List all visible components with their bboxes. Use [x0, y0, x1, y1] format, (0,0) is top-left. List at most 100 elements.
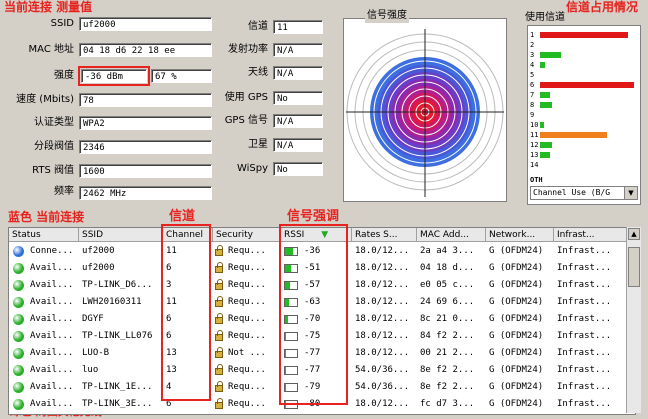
column-header[interactable]: Network... — [486, 228, 554, 242]
channel-row-label: 4 — [530, 61, 535, 69]
table-cell-rates: 18.0/12... — [355, 314, 410, 324]
channel-row-label: 14 — [530, 161, 539, 169]
table-cell-status: Avail... — [30, 348, 74, 358]
scroll-thumb[interactable] — [628, 247, 640, 287]
table-cell-status: Avail... — [30, 382, 74, 392]
column-header[interactable]: Security — [213, 228, 281, 242]
table-cell-rates: 54.0/36... — [355, 365, 410, 375]
table-cell-rates: 18.0/12... — [355, 297, 410, 307]
table-cell-status: Avail... — [30, 280, 74, 290]
table-cell-network: G (OFDM24) — [489, 314, 544, 324]
table-cell-security: Requ... — [228, 280, 266, 290]
table-cell-network: G (OFDM24) — [489, 365, 544, 375]
table-cell-ssid: DGYF — [82, 314, 104, 324]
table-cell-mac: 00 21 2... — [420, 348, 475, 358]
table-cell-security: Requ... — [228, 331, 266, 341]
auth-label: 认证类型 — [34, 117, 74, 128]
table-cell-ssid: TP-LINK_1E... — [82, 382, 153, 392]
strength-label: 强度 — [54, 70, 74, 81]
channel-usage-bar — [540, 32, 628, 38]
freq-field: 2462 MHz — [79, 186, 212, 200]
gps-signal-label: GPS 信号 — [224, 115, 268, 126]
table-cell-network: G (OFDM24) — [489, 297, 544, 307]
channel-row-label: 5 — [530, 71, 535, 79]
table-cell-infra: Infrast... — [557, 280, 612, 290]
table-cell-mac: 04 18 d... — [420, 263, 475, 273]
annotation-current-connection: 当前连接 测量值 — [4, 0, 93, 14]
annotation-channel: 信道 — [169, 209, 196, 224]
table-cell-mac: fc d7 3... — [420, 399, 475, 409]
table-cell-security: Requ... — [228, 246, 266, 256]
table-cell-ssid: uf2000 — [82, 263, 115, 273]
auth-field: WPA2 — [79, 116, 212, 130]
table-cell-mac: 8c 21 0... — [420, 314, 475, 324]
column-header[interactable]: Infrast... — [554, 228, 634, 242]
table-cell-ssid: LWH20160311 — [82, 297, 142, 307]
table-cell-infra: Infrast... — [557, 314, 612, 324]
channel-usage-bar — [540, 102, 552, 108]
table-cell-network: G (OFDM24) — [489, 382, 544, 392]
frag-field: 2346 — [79, 140, 212, 154]
gps-signal-field: N/A — [273, 114, 323, 128]
antenna-field: N/A — [273, 66, 323, 80]
table-cell-network: G (OFDM24) — [489, 263, 544, 273]
strength-percent-field: 67 % — [151, 69, 212, 83]
strength-highlight — [78, 66, 150, 86]
lock-icon — [215, 245, 223, 256]
antenna-label: 天线 — [248, 67, 268, 78]
table-cell-security: Requ... — [228, 365, 266, 375]
wispy-field: No — [273, 162, 323, 176]
channel-view-select-value: Channel Use (B/G — [533, 188, 611, 197]
channel-usage-bar — [540, 122, 544, 128]
channel-row-label: 3 — [530, 51, 535, 59]
table-cell-status: Avail... — [30, 399, 74, 409]
frag-label: 分段阀值 — [34, 141, 74, 152]
table-cell-status: Avail... — [30, 314, 74, 324]
channel-usage-bar — [540, 52, 561, 58]
table-cell-status: Avail... — [30, 331, 74, 341]
annotation-blue-current: 蓝色 当前连接 — [8, 210, 85, 224]
column-header[interactable]: Status — [9, 228, 79, 242]
speed-field: 78 — [79, 93, 212, 107]
signal-radar — [343, 18, 507, 202]
table-cell-rates: 18.0/12... — [355, 246, 410, 256]
column-header[interactable]: MAC Add... — [417, 228, 486, 242]
status-dot-icon — [13, 365, 24, 376]
status-dot-icon — [13, 382, 24, 393]
column-header[interactable]: Rates S... — [352, 228, 417, 242]
channel-usage-bar — [540, 152, 550, 158]
channel-row-label: 10 — [530, 121, 539, 129]
scroll-up-icon[interactable]: ▲ — [628, 228, 640, 240]
satellite-field: N/A — [273, 138, 323, 152]
channel-row-label: 13 — [530, 151, 539, 159]
chevron-down-icon[interactable]: ▼ — [624, 187, 637, 199]
status-dot-icon — [13, 246, 24, 257]
table-cell-status: Avail... — [30, 263, 74, 273]
status-dot-icon — [13, 263, 24, 274]
column-header[interactable]: SSID — [79, 228, 163, 242]
table-cell-rates: 18.0/12... — [355, 399, 410, 409]
table-cell-network: G (OFDM24) — [489, 331, 544, 341]
channel-column-highlight — [161, 224, 211, 401]
table-cell-ssid: luo — [82, 365, 99, 375]
column-header-label: Status — [12, 230, 41, 240]
rssi-column-highlight — [279, 224, 348, 405]
table-cell-ssid: uf2000 — [82, 246, 115, 256]
table-cell-mac: 24 69 6... — [420, 297, 475, 307]
table-cell-network: G (OFDM24) — [489, 246, 544, 256]
status-dot-icon — [13, 399, 24, 410]
table-cell-ssid: TP-LINK_3E... — [82, 399, 153, 409]
table-cell-security: Not ... — [228, 348, 266, 358]
table-cell-infra: Infrast... — [557, 382, 612, 392]
table-cell-network: G (OFDM24) — [489, 280, 544, 290]
table-scrollbar[interactable]: ▲ — [626, 227, 641, 413]
column-header-label: Security — [216, 230, 253, 240]
oth-label: OTH — [530, 176, 543, 184]
table-cell-infra: Infrast... — [557, 365, 612, 375]
lock-icon — [215, 364, 223, 375]
channel-panel-title: 使用信道 — [525, 12, 565, 23]
annotation-signal-strength: 信号强调 — [287, 209, 340, 224]
channel-view-select[interactable]: Channel Use (B/G ▼ — [530, 186, 638, 200]
table-cell-security: Requ... — [228, 399, 266, 409]
table-cell-infra: Infrast... — [557, 297, 612, 307]
